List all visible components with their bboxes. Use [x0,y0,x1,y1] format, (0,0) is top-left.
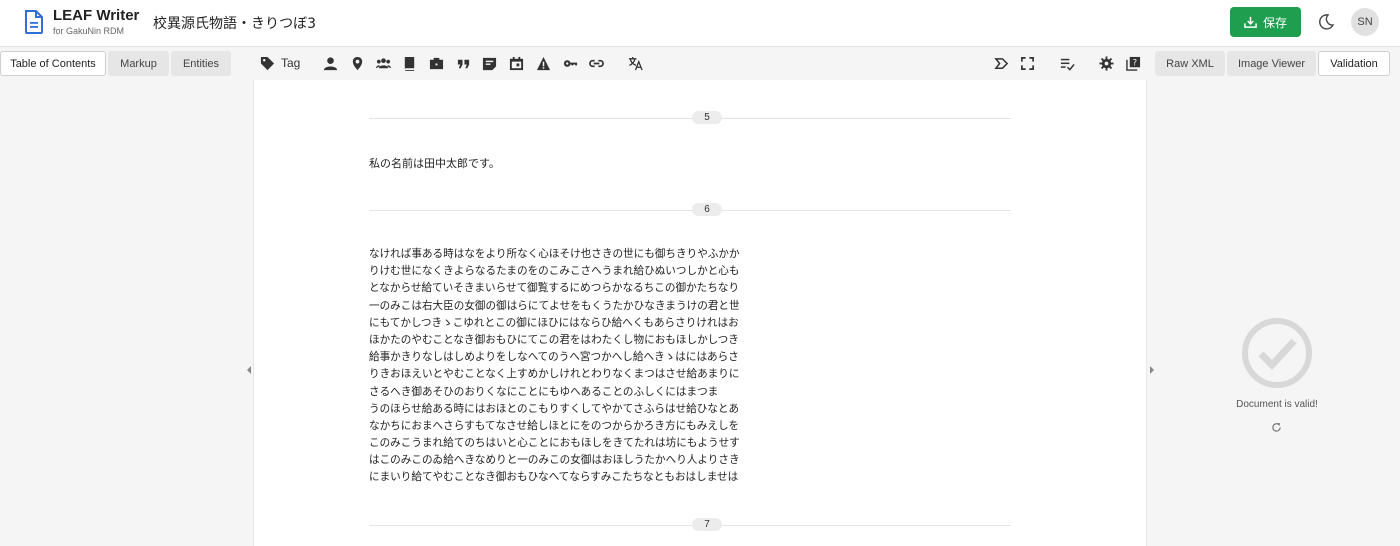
save-label: 保存 [1262,15,1287,30]
collapse-right-icon[interactable] [1149,365,1155,375]
text-line: うのほらせ給ある時にはおほとのこもりすくしてやかてさふらはせ給ひなとあ [369,402,740,415]
text-line: にもてかしつきゝこゆれとこの御にほひにはならひ給へくもあらさりけれはお [369,316,739,329]
app-subtitle: for GakuNin RDM [53,26,125,36]
avatar[interactable]: SN [1351,8,1379,36]
quote-icon[interactable] [454,54,472,72]
text-line: ほかたのやむことなき御おもひにてこの君をはわたくし物におもほしかしつき [369,333,739,346]
download-icon [1244,16,1257,28]
app-header: LEAF Writer for GakuNin RDM 校異源氏物語・きりつぼ3… [0,0,1400,47]
page-break: 5 [369,111,1011,125]
validate-icon[interactable] [1058,54,1076,72]
validation-status: Document is valid! [1236,399,1318,410]
text-line: となからせ給ていそきまいらせて御覧するにめつらかなるちこの御かたちなり [369,282,740,295]
tag-icon[interactable] [258,54,276,72]
text-line: このみこうまれ給てのちはいと心ことにおもほしをきてたれは坊にもようせす [369,437,740,450]
ner-icon[interactable] [992,54,1010,72]
fullscreen-icon[interactable] [1018,54,1036,72]
text-line: なければ事ある時はなをより所なく心ほそけ也さきの世にも御ちきりやふかか [369,248,740,260]
text-line: 給事かきりなしはしめよりをしなへてのうへ宮つかへし給へきゝはにはあらさ [369,351,739,364]
document-title[interactable]: 校異源氏物語・きりつぼ3 [153,13,316,33]
page-number: 7 [692,518,722,531]
page-number: 6 [692,203,722,216]
document-logo-icon [25,10,43,34]
text-line: りきおほえいとやむことなく上すめかしけれとわりなくまつはさせ給あまりに [369,368,740,381]
tab-markup[interactable]: Markup [108,51,169,76]
save-button[interactable]: 保存 [1230,7,1301,37]
organization-icon[interactable] [374,54,392,72]
settings-icon[interactable] [1097,54,1115,72]
collapse-left-icon[interactable] [246,365,252,375]
correction-icon[interactable] [534,54,552,72]
tag-label[interactable]: Tag [281,56,300,70]
paragraph[interactable]: 私の名前は田中太郎です。 [369,155,500,171]
page-number: 5 [692,111,722,124]
svg-text:?: ? [1132,57,1136,67]
tab-raw-xml[interactable]: Raw XML [1155,51,1225,76]
date-icon[interactable] [507,54,525,72]
note-icon[interactable] [480,54,498,72]
tab-validation[interactable]: Validation [1318,51,1390,76]
text-line: りけむ世になくきよらなるたまのをのこみこさへうまれ給ひぬいつしかと心も [369,265,740,278]
text-line: にまいり給てやむことなき御おもひなへてならすみこたちなともおはしませは [369,471,739,484]
text-line: 一のみこは右大臣の女御の御はらにてよせをもくうたかひなきまうけの君と世 [369,299,740,312]
document-editor[interactable]: 5 私の名前は田中太郎です。 6 なければ事ある時はなをより所なく心ほそけ也さき… [253,80,1147,546]
key-icon[interactable] [561,54,579,72]
app-name: LEAF Writer [53,7,140,24]
dark-mode-icon[interactable] [1317,13,1335,31]
tab-entities[interactable]: Entities [171,51,231,76]
page-break: 6 [369,203,1011,217]
text-line: なかちにおまへさらすもてなさせ給しほとにをのつからかろき方にもみえしを [369,419,740,432]
text-line: さるへき御あそひのおりくなにことにもゆへあることのふしくにはまつま [369,385,719,398]
paragraph[interactable]: なければ事ある時はなをより所なく心ほそけ也さきの世にも御ちきりやふかか りけむ世… [369,246,740,487]
toolbar: Table of Contents Markup Entities Tag ? … [0,48,1400,80]
tab-image-viewer[interactable]: Image Viewer [1227,51,1316,76]
refresh-icon[interactable] [1271,422,1282,433]
page-break: 7 [369,518,1011,532]
title-icon[interactable] [400,54,418,72]
link-icon[interactable] [587,54,605,72]
check-circle-icon [1242,318,1312,388]
translation-icon[interactable] [626,54,644,72]
tab-table-of-contents[interactable]: Table of Contents [0,51,106,76]
help-icon[interactable]: ? [1124,54,1142,72]
place-icon[interactable] [348,54,366,72]
text-line: はこのみこのゐ給へきなめりと一のみこの女御はおほしうたかへり人よりさき [369,454,740,467]
person-icon[interactable] [321,54,339,72]
rs-icon[interactable] [427,54,445,72]
